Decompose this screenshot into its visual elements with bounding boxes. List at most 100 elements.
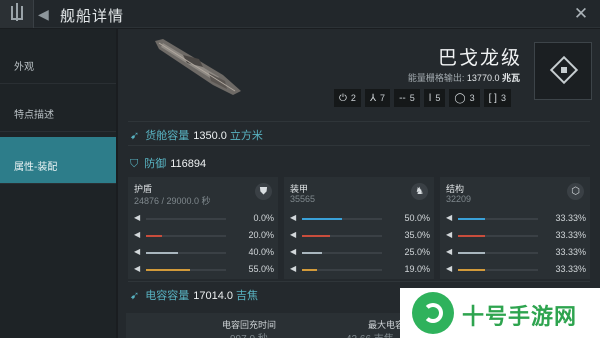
rig-slot-icon: ◯ bbox=[454, 92, 466, 104]
capacitor-icon: ➹ bbox=[130, 290, 140, 302]
armor-icon: ♞ bbox=[411, 183, 428, 200]
resist-value: 55.0% bbox=[248, 264, 274, 274]
capacitor-unit: 吉焦 bbox=[235, 290, 258, 302]
defense-total: ⛉ 防御 116894 bbox=[130, 155, 206, 171]
max-capacitor-value: 42.66 吉焦 bbox=[346, 330, 394, 338]
defense-value: 116894 bbox=[170, 158, 207, 170]
close-icon[interactable]: ✕ bbox=[570, 3, 592, 25]
shield-panel: 护盾 24876 / 29000.0 秒 ⛊ ◀ 0.0% ◀ 20.0% ◀ 40.… bbox=[128, 177, 278, 279]
turret-slot-icon: ⅄ bbox=[369, 92, 377, 104]
back-icon[interactable]: ◀ bbox=[38, 6, 49, 23]
recharge-value: 997.0 秒 bbox=[230, 330, 268, 338]
resist-bar bbox=[302, 218, 342, 220]
resist-value: 35.0% bbox=[404, 230, 430, 240]
slot-value: 7 bbox=[380, 93, 386, 103]
resist-bar bbox=[458, 235, 485, 237]
divider bbox=[128, 121, 590, 122]
low-slot-icon: ǀ bbox=[428, 92, 432, 104]
slot-low: ǀ5 bbox=[423, 89, 446, 107]
mid-slot-icon: -- bbox=[399, 92, 406, 104]
resist-bar bbox=[458, 252, 485, 254]
cargo-label: 货舱容量 bbox=[145, 130, 190, 142]
capacitor-value: 17014.0 bbox=[193, 290, 233, 302]
em-icon: ◀ bbox=[446, 213, 453, 222]
ship-name: 巴戈龙级 bbox=[437, 48, 522, 69]
resist-bar bbox=[302, 252, 322, 254]
cargo-capacity: ➹ 货舱容量 1350.0 立方米 bbox=[130, 127, 263, 143]
resist-em: ◀ 0.0% bbox=[134, 213, 274, 225]
resist-value: 33.33% bbox=[555, 213, 586, 223]
kinetic-icon: ◀ bbox=[134, 247, 141, 256]
resist-value: 20.0% bbox=[248, 230, 274, 240]
armor-panel: 装甲 35565 ♞ ◀ 50.0% ◀ 35.0% ◀ 25.0% ◀ 19.0% bbox=[284, 177, 434, 279]
structure-panel: 结构 32209 ⬡ ◀ 33.33% ◀ 33.33% ◀ 33.33% ◀ 33.3… bbox=[440, 177, 590, 279]
structure-icon: ⬡ bbox=[567, 183, 584, 200]
watermark-logo-icon bbox=[412, 292, 454, 334]
page-title: 舰船详情 bbox=[60, 8, 125, 25]
resist-em: ◀ 50.0% bbox=[290, 213, 430, 225]
slot-value: 5 bbox=[435, 93, 441, 103]
power-value: 13770.0 bbox=[466, 73, 500, 83]
ship-class-badge-icon[interactable] bbox=[534, 42, 592, 100]
cargo-value: 1350.0 bbox=[193, 130, 227, 142]
resist-thermal: ◀ 35.0% bbox=[290, 230, 430, 242]
thermal-icon: ◀ bbox=[134, 230, 141, 239]
resist-value: 0.0% bbox=[253, 213, 274, 223]
explosive-icon: ◀ bbox=[446, 264, 453, 273]
explosive-icon: ◀ bbox=[290, 264, 297, 273]
resist-value: 25.0% bbox=[404, 247, 430, 257]
kinetic-icon: ◀ bbox=[446, 247, 453, 256]
sidebar-item-description[interactable]: 特点描述 bbox=[0, 85, 116, 132]
watermark-text: 十号手游网 bbox=[462, 304, 578, 329]
high-slot-icon: ⏻ bbox=[339, 92, 347, 104]
defense-label: 防御 bbox=[144, 158, 167, 170]
drone-slot-icon: [ ] bbox=[488, 92, 497, 104]
sidebar: 外观 特点描述 属性-装配 bbox=[0, 29, 116, 338]
slot-value: 5 bbox=[409, 93, 415, 103]
resist-value: 33.33% bbox=[555, 247, 586, 257]
slot-high: ⏻ 2 bbox=[334, 89, 361, 107]
slot-rig: ◯ 3 bbox=[449, 89, 480, 107]
shield-icon: ⛊ bbox=[255, 183, 272, 200]
panel-subtitle: 32209 bbox=[446, 194, 472, 204]
resist-thermal: ◀ 33.33% bbox=[446, 230, 586, 242]
resist-kinetic: ◀ 40.0% bbox=[134, 247, 274, 259]
sidebar-item-appearance[interactable]: 外观 bbox=[0, 37, 116, 84]
cargo-icon: ➹ bbox=[130, 130, 140, 142]
slot-drone: [ ] 3 bbox=[483, 89, 511, 107]
resist-thermal: ◀ 20.0% bbox=[134, 230, 274, 242]
divider bbox=[128, 281, 590, 282]
cargo-unit: 立方米 bbox=[229, 130, 263, 142]
sidebar-item-attributes[interactable]: 属性-装配 bbox=[0, 137, 116, 184]
resist-bar bbox=[146, 235, 162, 237]
slot-value: 2 bbox=[350, 93, 356, 103]
capacitor-capacity: ➹ 电容容量 17014.0 吉焦 bbox=[130, 287, 258, 303]
slot-bar: ⏻ 2 ⅄ 7 -- 5 ǀ5 ◯ 3 [ ] 3 bbox=[334, 89, 511, 107]
resist-value: 19.0% bbox=[404, 264, 430, 274]
panel-subtitle: 24876 / 29000.0 秒 bbox=[134, 196, 211, 206]
resist-bar bbox=[458, 218, 485, 220]
thermal-icon: ◀ bbox=[290, 230, 297, 239]
resist-bar bbox=[302, 235, 330, 237]
resist-bar bbox=[146, 269, 190, 271]
resist-explosive: ◀ 33.33% bbox=[446, 264, 586, 276]
shield-icon: ⛉ bbox=[130, 158, 139, 170]
resist-value: 33.33% bbox=[555, 264, 586, 274]
slot-mid: -- 5 bbox=[394, 89, 420, 107]
resist-value: 40.0% bbox=[248, 247, 274, 257]
slot-turret: ⅄ 7 bbox=[364, 89, 391, 107]
resist-bar bbox=[146, 252, 178, 254]
slot-value: 3 bbox=[500, 93, 506, 103]
em-icon: ◀ bbox=[290, 213, 297, 222]
resist-bar bbox=[302, 269, 318, 271]
resist-kinetic: ◀ 33.33% bbox=[446, 247, 586, 259]
resist-explosive: ◀ 19.0% bbox=[290, 264, 430, 276]
panel-subtitle: 35565 bbox=[290, 194, 316, 204]
thermal-icon: ◀ bbox=[446, 230, 453, 239]
em-icon: ◀ bbox=[134, 213, 141, 222]
resist-value: 33.33% bbox=[555, 230, 586, 240]
top-bar: ◀ 舰船详情 ✕ bbox=[0, 0, 600, 28]
resist-kinetic: ◀ 25.0% bbox=[290, 247, 430, 259]
power-label: 能量栅格输出: bbox=[407, 73, 465, 83]
kinetic-icon: ◀ bbox=[290, 247, 297, 256]
